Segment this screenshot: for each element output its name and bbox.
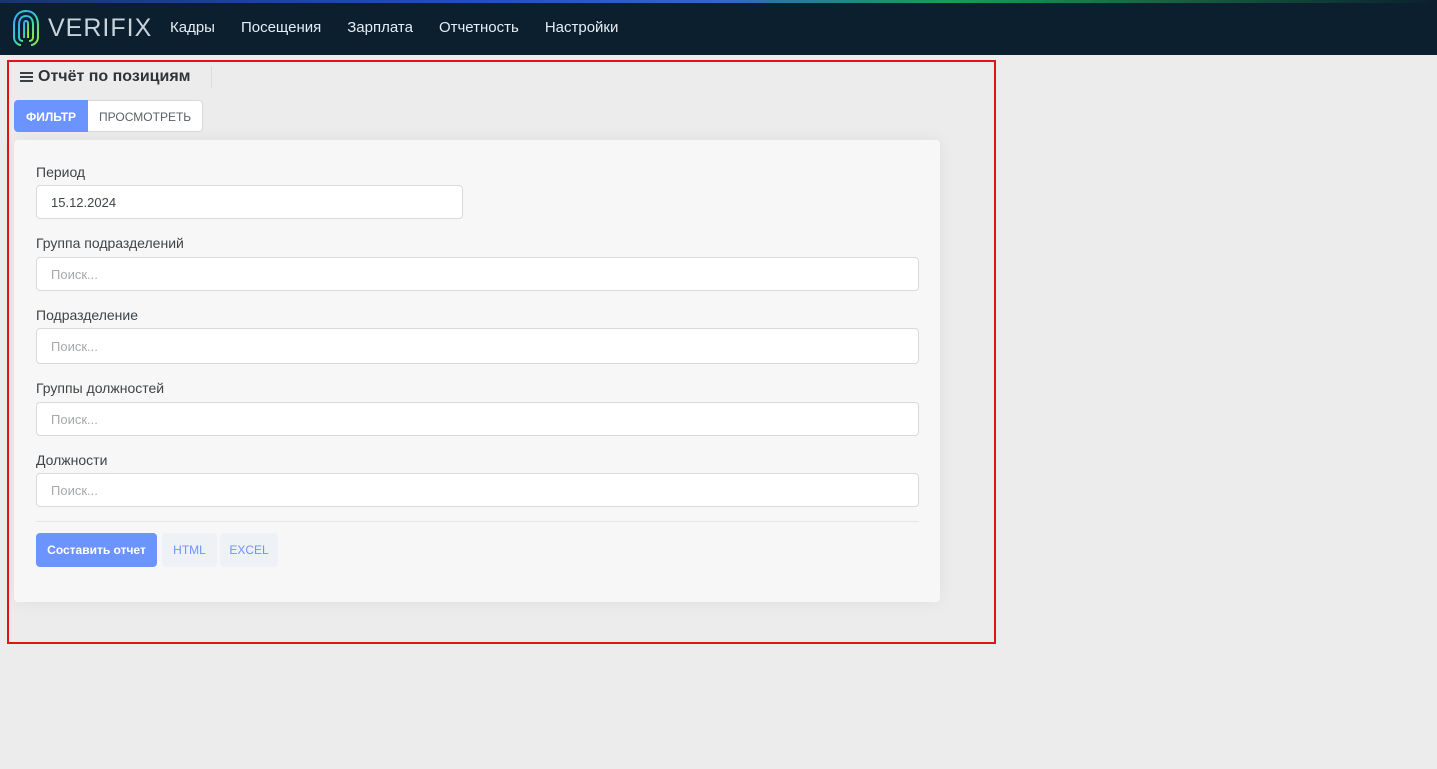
top-navbar: VERIFIX Кадры Посещения Зарплата Отчетно… [0, 0, 1437, 55]
nav-item-staff[interactable]: Кадры [157, 0, 228, 55]
nav-item-reports[interactable]: Отчетность [426, 0, 532, 55]
nav-item-settings[interactable]: Настройки [532, 0, 632, 55]
main-nav: Кадры Посещения Зарплата Отчетность Наст… [157, 0, 631, 55]
brand-name: VERIFIX [48, 13, 153, 42]
brand-logo-link[interactable]: VERIFIX [12, 9, 152, 47]
fingerprint-logo-icon [13, 10, 39, 46]
nav-item-salary[interactable]: Зарплата [334, 0, 426, 55]
nav-item-attendance[interactable]: Посещения [228, 0, 334, 55]
annotation-highlight-frame [7, 60, 996, 644]
